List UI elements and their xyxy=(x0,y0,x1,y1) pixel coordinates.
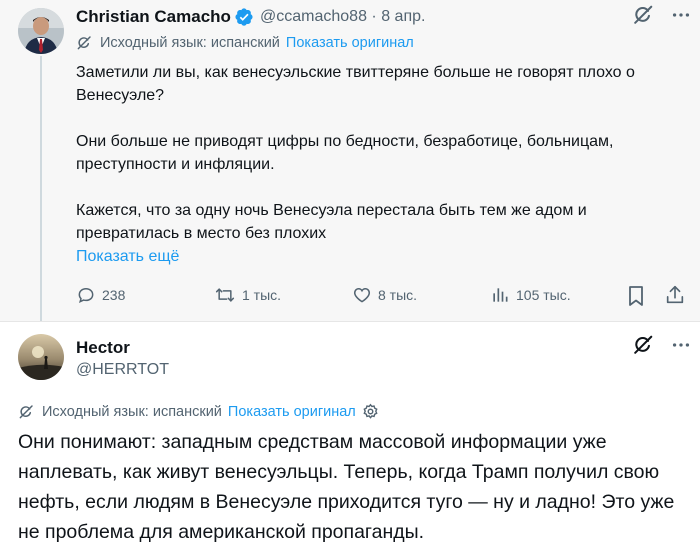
tweet-paragraph: Кажется, что за одну ночь Венесуэла пере… xyxy=(76,202,587,242)
retweet-button[interactable]: 1 тыс. xyxy=(214,285,281,305)
grok-icon[interactable] xyxy=(632,334,654,361)
settings-gear-icon[interactable] xyxy=(362,403,379,420)
translation-label: Исходный язык: испанский xyxy=(42,403,222,420)
author-handle[interactable]: @HERRTOT xyxy=(76,361,169,379)
thread-line xyxy=(40,56,42,321)
tweet-text: Заметили ли вы, как венесуэльские твитте… xyxy=(76,61,688,245)
author-name[interactable]: Christian Camacho xyxy=(76,7,231,27)
share-icon[interactable] xyxy=(664,284,686,311)
views-icon xyxy=(493,288,508,302)
like-count: 8 тыс. xyxy=(378,287,418,303)
retweet-icon xyxy=(215,288,235,302)
bookmark-icon[interactable] xyxy=(626,285,646,312)
translate-icon xyxy=(76,35,92,51)
reply-icon xyxy=(78,287,94,304)
tweet-text: Они понимают: западным средствам массово… xyxy=(18,431,675,543)
reply-button[interactable]: 238 xyxy=(76,285,125,305)
avatar[interactable] xyxy=(18,334,64,380)
show-more-link[interactable]: Показать ещё xyxy=(76,248,179,266)
heart-icon xyxy=(353,287,371,303)
separator-dot: · xyxy=(371,8,377,25)
more-options-icon[interactable] xyxy=(670,4,692,31)
like-button[interactable]: 8 тыс. xyxy=(352,285,417,305)
avatar[interactable] xyxy=(18,8,64,54)
retweet-count: 1 тыс. xyxy=(242,287,282,303)
tweet-paragraph: Заметили ли вы, как венесуэльские твитте… xyxy=(76,64,635,104)
grok-icon[interactable] xyxy=(632,4,654,31)
show-original-link[interactable]: Показать оригинал xyxy=(228,404,356,420)
verified-badge-icon xyxy=(234,7,254,32)
views-count: 105 тыс. xyxy=(516,287,571,303)
show-original-link[interactable]: Показать оригинал xyxy=(286,35,414,51)
tweet-date[interactable]: 8 апр. xyxy=(381,8,425,25)
translate-icon xyxy=(18,404,34,420)
views-button[interactable]: 105 тыс. xyxy=(490,285,571,305)
translation-label: Исходный язык: испанский xyxy=(100,35,280,51)
tweet-paragraph: Они больше не приводят цифры по бедности… xyxy=(76,133,614,173)
quoted-tweet[interactable]: Christian Camacho @ccamacho88 · 8 апр. И… xyxy=(0,0,700,322)
more-options-icon[interactable] xyxy=(670,334,692,361)
author-name[interactable]: Hector xyxy=(76,338,130,358)
reply-count: 238 xyxy=(102,287,126,303)
author-handle[interactable]: @ccamacho88 xyxy=(260,8,367,25)
